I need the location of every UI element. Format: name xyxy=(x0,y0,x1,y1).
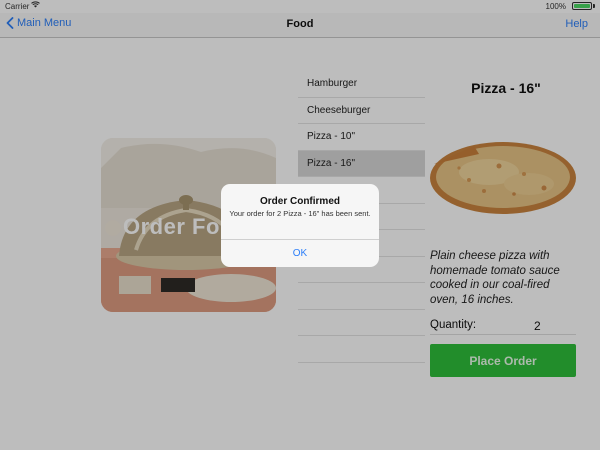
ok-button[interactable]: OK xyxy=(221,240,379,267)
order-confirmed-alert: Order Confirmed Your order for 2 Pizza -… xyxy=(221,184,379,267)
alert-title: Order Confirmed xyxy=(259,196,340,207)
alert-message: Your order for 2 Pizza - 16" has been se… xyxy=(229,209,371,218)
